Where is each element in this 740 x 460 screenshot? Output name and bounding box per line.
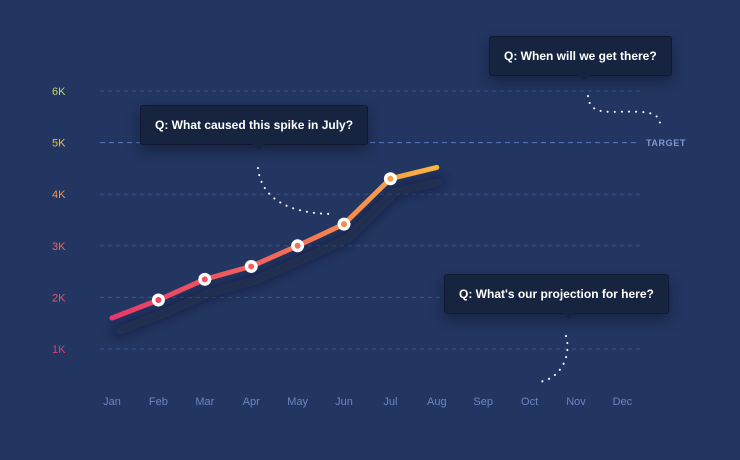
data-series	[109, 164, 446, 337]
chart-canvas: TARGET 1K 2K 3K 4K 5K 6K Jan Feb Mar Apr May Jun Ju…	[0, 0, 740, 460]
data-point-marker[interactable]	[337, 217, 351, 231]
data-point-marker[interactable]	[291, 239, 305, 253]
y-tick-label: 1K	[52, 344, 66, 356]
projection-question-callout[interactable]: Q: What's our projection for here?	[444, 274, 669, 319]
marker-dot	[294, 242, 301, 249]
y-axis: 1K 2K 3K 4K 5K 6K	[52, 86, 66, 356]
data-point-marker[interactable]	[198, 272, 212, 286]
x-tick-label: Dec	[613, 396, 633, 408]
marker-dot	[248, 263, 255, 270]
x-tick-label: Aug	[427, 396, 447, 408]
y-tick-label: 4K	[52, 189, 66, 201]
marker-dot	[387, 175, 394, 182]
y-tick-label: 2K	[52, 292, 66, 304]
y-tick-label: 3K	[52, 241, 66, 253]
data-point-marker[interactable]	[244, 259, 258, 273]
x-tick-label: Feb	[149, 396, 168, 408]
target-connector	[587, 95, 661, 125]
spike-connector	[257, 167, 335, 215]
marker-dot	[201, 276, 208, 283]
x-tick-label: May	[287, 396, 308, 408]
x-tick-label: Jul	[383, 396, 397, 408]
callout-pointer	[578, 75, 590, 81]
marker-dot	[341, 221, 347, 228]
y-tick-label: 5K	[52, 138, 66, 150]
data-point-marker[interactable]	[383, 172, 397, 186]
spike-question-text: Q: What caused this spike in July?	[155, 118, 354, 132]
y-tick-label: 6K	[52, 86, 66, 98]
x-axis: Jan Feb Mar Apr May Jun Jul Aug Sep Oct Nov Dec	[103, 396, 633, 408]
x-tick-label: Jan	[103, 396, 121, 408]
target-question-callout[interactable]: Q: When will we get there?	[489, 36, 672, 81]
callout-pointer	[563, 313, 575, 319]
x-tick-label: Nov	[566, 396, 586, 408]
data-point-marker[interactable]	[151, 293, 165, 307]
marker-dot	[155, 296, 162, 303]
target-question-text: Q: When will we get there?	[504, 49, 657, 63]
x-tick-label: Sep	[473, 396, 493, 408]
x-tick-label: Mar	[195, 396, 214, 408]
projection-question-text: Q: What's our projection for here?	[459, 287, 654, 301]
x-tick-label: Apr	[243, 396, 260, 408]
x-tick-label: Oct	[521, 396, 538, 408]
projection-connector	[537, 335, 569, 383]
x-tick-label: Jun	[335, 396, 353, 408]
spike-question-callout[interactable]: Q: What caused this spike in July?	[140, 105, 369, 150]
target-label: TARGET	[646, 138, 686, 148]
callout-pointer	[253, 144, 265, 150]
